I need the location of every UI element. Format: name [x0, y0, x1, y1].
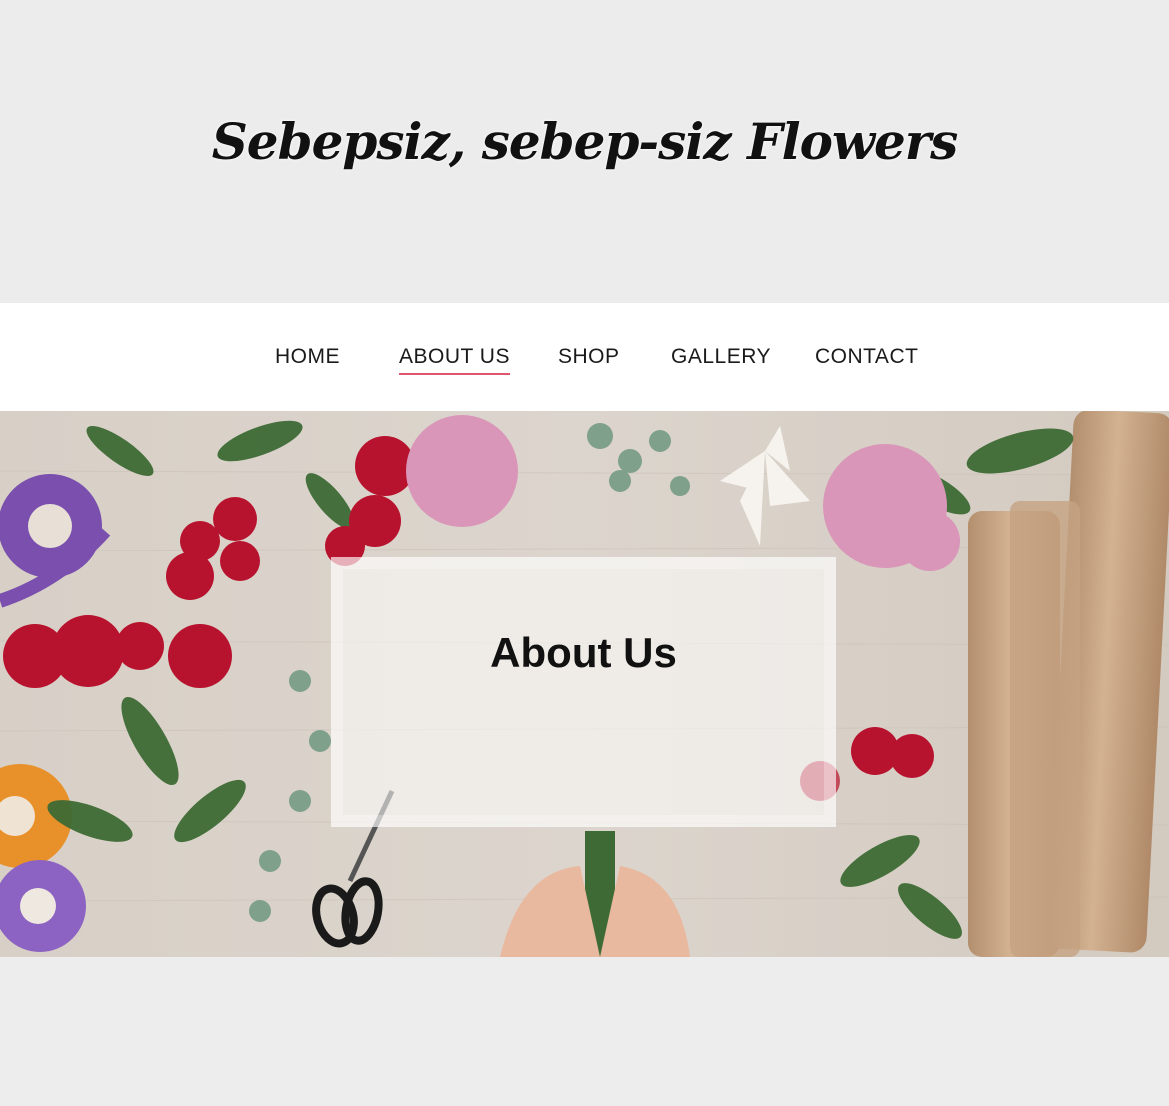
hero-banner: About Us	[0, 411, 1169, 957]
main-nav: HOME ABOUT US SHOP GALLERY CONTACT	[0, 303, 1169, 411]
hero-title: About Us	[490, 629, 677, 676]
nav-item-home[interactable]: HOME	[275, 345, 340, 369]
nav-item-about-us-label: ABOUT US	[399, 345, 510, 368]
nav-item-shop[interactable]: SHOP	[558, 345, 620, 369]
nav-item-gallery[interactable]: GALLERY	[671, 345, 771, 369]
nav-item-about-us[interactable]: ABOUT US	[399, 345, 510, 375]
active-nav-indicator	[399, 373, 510, 375]
hero-card: About Us	[331, 557, 836, 827]
site-header: Sebepsiz, sebep-siz Flowers	[0, 0, 1169, 303]
page: Sebepsiz, sebep-siz Flowers HOME ABOUT U…	[0, 0, 1169, 1106]
nav-item-contact[interactable]: CONTACT	[815, 345, 918, 369]
site-title[interactable]: Sebepsiz, sebep-siz Flowers	[0, 112, 1169, 171]
footer	[0, 957, 1169, 1106]
